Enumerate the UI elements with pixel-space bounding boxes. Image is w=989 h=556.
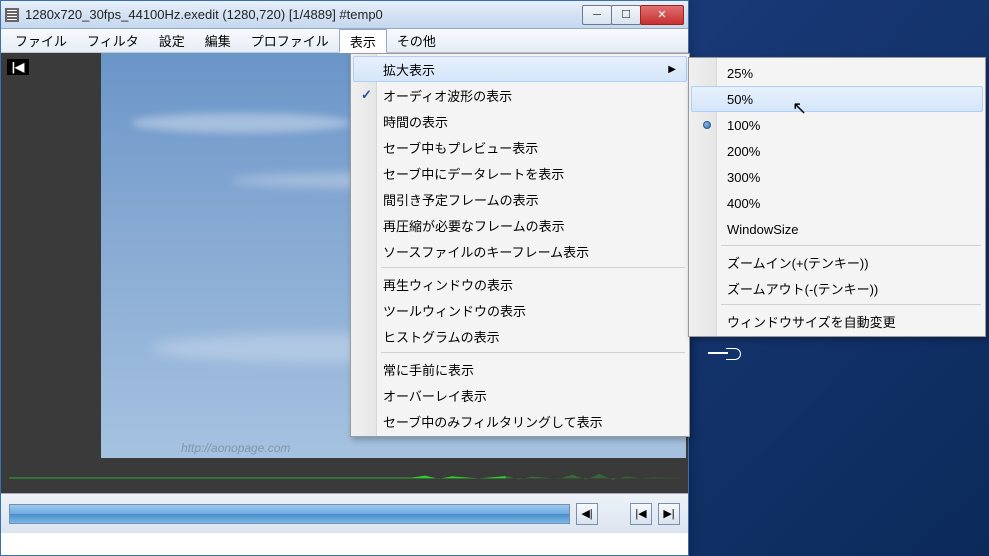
menu-separator — [381, 267, 685, 268]
menu-separator — [381, 352, 685, 353]
titlebar[interactable]: 1280x720_30fps_44100Hz.exedit (1280,720)… — [1, 1, 688, 29]
dd-recompress-frames[interactable]: 再圧縮が必要なフレームの表示 — [353, 212, 687, 238]
desktop-sprite-icon — [708, 348, 744, 362]
menu-settings[interactable]: 設定 — [149, 29, 195, 52]
zoom-25[interactable]: 25% — [691, 60, 983, 86]
app-icon — [5, 8, 19, 22]
seekbar-row: ◀| |◀ ▶| — [1, 493, 688, 533]
zoom-100[interactable]: 100% — [691, 112, 983, 138]
zoom-50[interactable]: 50% — [691, 86, 983, 112]
menubar: ファイル フィルタ 設定 編集 プロファイル 表示 その他 — [1, 29, 688, 53]
menu-view[interactable]: 表示 — [339, 29, 387, 53]
menu-profile[interactable]: プロファイル — [241, 29, 339, 52]
zoom-300[interactable]: 300% — [691, 164, 983, 190]
dd-source-keyframes[interactable]: ソースファイルのキーフレーム表示 — [353, 238, 687, 264]
dd-overlay[interactable]: オーバーレイ表示 — [353, 382, 687, 408]
step-back-button[interactable]: ◀| — [576, 503, 598, 525]
dd-tool-window[interactable]: ツールウィンドウの表示 — [353, 297, 687, 323]
submenu-arrow-icon: ▶ — [668, 64, 676, 75]
dd-zoom-display[interactable]: 拡大表示▶ — [353, 56, 687, 82]
zoom-submenu: 25% 50% 100% 200% 300% 400% WindowSize ズ… — [688, 57, 986, 337]
zoom-400[interactable]: 400% — [691, 190, 983, 216]
audio-waveform[interactable] — [9, 470, 680, 486]
skip-start-button[interactable]: |◀ — [630, 503, 652, 525]
dd-time-display[interactable]: 時間の表示 — [353, 108, 687, 134]
menu-other[interactable]: その他 — [387, 29, 446, 52]
menu-separator — [721, 304, 981, 305]
zoom-in[interactable]: ズームイン(+(テンキー)) — [691, 249, 983, 275]
sky-cloud — [131, 113, 351, 133]
check-icon: ✓ — [361, 87, 372, 103]
zoom-200[interactable]: 200% — [691, 138, 983, 164]
view-dropdown: 拡大表示▶ ✓オーディオ波形の表示 時間の表示 セーブ中もプレビュー表示 セーブ… — [350, 53, 690, 437]
zoom-out[interactable]: ズームアウト(-(テンキー)) — [691, 275, 983, 301]
skip-end-button[interactable]: ▶| — [658, 503, 680, 525]
audio-waveform-row — [1, 463, 688, 493]
dd-thinning-frames[interactable]: 間引き予定フレームの表示 — [353, 186, 687, 212]
dd-filter-on-save[interactable]: セーブ中のみフィルタリングして表示 — [353, 408, 687, 434]
menu-separator — [721, 245, 981, 246]
dd-audio-waveform[interactable]: ✓オーディオ波形の表示 — [353, 82, 687, 108]
menu-filter[interactable]: フィルタ — [77, 29, 149, 52]
dd-save-preview[interactable]: セーブ中もプレビュー表示 — [353, 134, 687, 160]
dd-playback-window[interactable]: 再生ウィンドウの表示 — [353, 271, 687, 297]
rewind-start-icon[interactable]: |◀ — [7, 59, 29, 75]
dd-histogram[interactable]: ヒストグラムの表示 — [353, 323, 687, 349]
close-button[interactable]: ✕ — [640, 5, 684, 25]
menu-file[interactable]: ファイル — [5, 29, 77, 52]
window-title: 1280x720_30fps_44100Hz.exedit (1280,720)… — [25, 7, 583, 22]
seekbar[interactable] — [9, 504, 570, 524]
menu-edit[interactable]: 編集 — [195, 29, 241, 52]
zoom-auto-window[interactable]: ウィンドウサイズを自動変更 — [691, 308, 983, 334]
dd-save-datarate[interactable]: セーブ中にデータレートを表示 — [353, 160, 687, 186]
dd-always-on-top[interactable]: 常に手前に表示 — [353, 356, 687, 382]
zoom-windowsize[interactable]: WindowSize — [691, 216, 983, 242]
maximize-button[interactable]: ☐ — [611, 5, 641, 25]
minimize-button[interactable]: ─ — [582, 5, 612, 25]
watermark-text: http://aonopage.com — [181, 441, 290, 455]
radio-icon — [703, 121, 711, 129]
window-controls: ─ ☐ ✕ — [583, 5, 684, 25]
